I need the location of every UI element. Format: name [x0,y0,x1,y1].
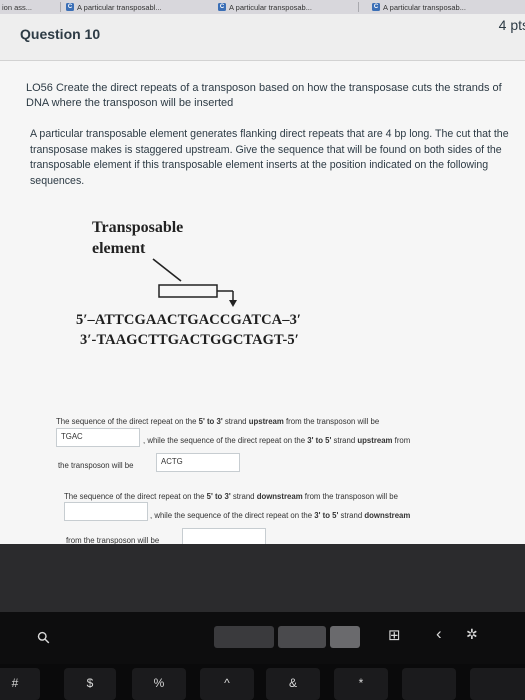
touchbar-slot[interactable] [278,626,326,648]
answer-input-downstream-5to3[interactable] [64,502,148,521]
text-bold: 3' to 5' [314,511,339,520]
tab-label: A particular transposabl... [77,2,162,12]
browser-tab-strip: ion ass... C A particular transposabl...… [0,0,525,14]
text-bold: upstream [248,417,284,426]
answer-sentence-line6: from the transposon will be [66,536,160,544]
text: from [392,436,411,445]
key-0[interactable] [470,668,525,700]
figure-label: Transposable element [92,219,184,257]
pointer-line [152,258,182,282]
text: The sequence of the direct repeat on the [64,492,207,501]
brightness-icon[interactable]: ✲ [466,626,478,643]
dna-bottom-strand: 3′-TAAGCTTGACTGGCTAGT-5′ [80,332,299,348]
text: from the transposon will be [302,492,398,501]
question-points: 4 pts [498,17,525,33]
text-bold: 5' to 3' [198,417,223,426]
search-icon[interactable]: ⚲ [33,627,55,649]
canvas-favicon-icon: C [372,3,380,11]
answer-input-downstream-3to5[interactable] [182,528,266,544]
key-4[interactable]: $ [64,668,116,700]
key-5[interactable]: % [132,668,186,700]
tab-separator [358,2,359,12]
text: strand [331,436,358,445]
laptop-bezel [0,544,525,612]
learning-objective: LO56 Create the direct repeats of a tran… [26,82,502,109]
answer-sentence-upstream: The sequence of the direct repeat on the… [56,416,516,427]
canvas-favicon-icon: C [218,3,226,11]
answer-input-upstream-3to5[interactable]: ACTG [156,453,240,472]
text: strand [338,511,365,520]
text-bold: 5' to 3' [206,492,231,501]
display-icon[interactable]: ⊞ [388,626,401,644]
answer-sentence-downstream-cont: , while the sequence of the direct repea… [150,510,520,521]
transposon-box [158,284,218,298]
key-6[interactable]: ^ [200,668,254,700]
key-9[interactable] [402,668,456,700]
browser-tab-3[interactable]: C A particular transposab... [218,0,346,14]
dna-top-strand: 5′–ATTCGAACTGACCGATCA–3′ [76,312,302,328]
answer-sentence-downstream: The sequence of the direct repeat on the… [64,491,514,502]
browser-tab-4[interactable]: C A particular transposab... [372,0,522,14]
text-bold: downstream [256,492,303,501]
quiz-page: Question 10 4 pts LO56 Create the direct… [0,14,525,544]
text: , while the sequence of the direct repea… [150,511,315,520]
text: from the transposon will be [283,417,380,426]
browser-tab-2[interactable]: C A particular transposabl... [66,0,206,14]
touchbar-slot[interactable] [214,626,274,648]
transposon-insertion-diagram [152,258,237,307]
answer-sentence-line3: the transposon will be [58,461,134,470]
touch-bar: ⚲ ⊞ ‹ ✲ [0,612,525,664]
keyboard-number-row: # $ % ^ & * [0,664,525,700]
tab-label: A particular transposab... [383,2,466,12]
browser-tab-1[interactable]: ion ass... [2,0,50,14]
key-8[interactable]: * [334,668,388,700]
answer-sentence-upstream-cont: , while the sequence of the direct repea… [143,435,513,446]
tab-separator [60,2,61,12]
text-bold: upstream [357,436,393,445]
question-body: LO56 Create the direct repeats of a tran… [0,61,525,544]
text-bold: downstream [364,511,411,520]
question-title: Question 10 [20,26,101,42]
text-bold: 3' to 5' [307,436,332,445]
answer-input-upstream-5to3[interactable]: TGAC [56,428,140,447]
question-text: A particular transposable element genera… [30,128,509,187]
tab-label: ion ass... [2,2,33,12]
chevron-left-icon[interactable]: ‹ [436,624,442,644]
text: strand [230,492,257,501]
text: , while the sequence of the direct repea… [143,436,308,445]
question-header: Question 10 4 pts [0,14,525,61]
text: The sequence of the direct repeat on the [56,417,199,426]
tab-label: A particular transposab... [229,2,312,12]
text: strand [222,417,249,426]
key-3[interactable]: # [0,668,40,700]
touchbar-slot[interactable] [330,626,360,648]
canvas-favicon-icon: C [66,3,74,11]
key-7[interactable]: & [266,668,320,700]
insertion-arrow-head [229,300,237,307]
